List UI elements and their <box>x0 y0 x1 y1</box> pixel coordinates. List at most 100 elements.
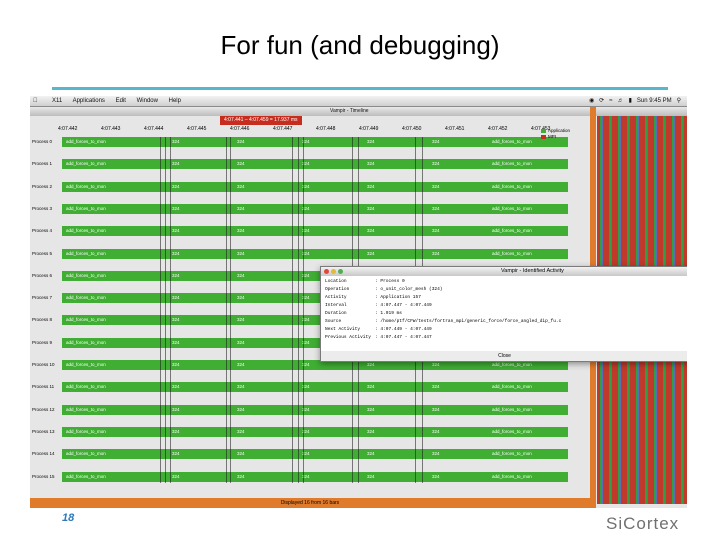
bar-label: add_forces_to_mon <box>66 473 106 479</box>
zoom-icon[interactable] <box>338 269 343 274</box>
bar-label: 324 <box>172 295 180 301</box>
menu-window[interactable]: Window <box>137 98 158 104</box>
detail-value: : /home/ptf/CFW/tests/fortran_mpi/generi… <box>375 319 562 324</box>
process-bar[interactable]: add_forces_to_mon324324324324324add_forc… <box>62 382 568 393</box>
bar-label: add_forces_to_mon <box>66 205 106 211</box>
process-label[interactable]: Process 3 <box>32 206 60 211</box>
dialog-title: Vampir - Identified Activity <box>501 268 564 274</box>
menubar-clock[interactable]: Sun 9:45 PM <box>637 96 672 106</box>
bar-label: add_forces_to_mon <box>66 272 106 278</box>
legend-label: Application <box>548 128 571 133</box>
minimize-icon[interactable] <box>331 269 336 274</box>
bar-label: 324 <box>237 362 245 367</box>
bar-label: add_forces_to_mon <box>66 451 106 457</box>
record-icon[interactable]: ◉ <box>589 96 594 106</box>
detail-row: Previous Activity: 4:07.447 - 4:07.447 <box>325 335 432 340</box>
process-label[interactable]: Process 14 <box>32 451 60 456</box>
bar-label: add_forces_to_mon <box>66 183 106 189</box>
bar-label: 324 <box>367 139 375 144</box>
bar-label: 324 <box>237 384 245 390</box>
bar-label: 324 <box>172 161 180 167</box>
detail-key: Activity <box>325 295 347 300</box>
tick-label: 4:07.442 <box>58 126 78 132</box>
bar-label: 324 <box>432 451 440 457</box>
tick-label: 4:07.449 <box>359 126 379 132</box>
process-label[interactable]: Process 12 <box>32 407 60 412</box>
process-bar[interactable]: add_forces_to_mon324324324324324add_forc… <box>62 226 568 237</box>
bar-label: 324 <box>172 183 180 189</box>
volume-icon[interactable]: ♬ <box>618 96 624 106</box>
process-label[interactable]: Process 0 <box>32 139 60 144</box>
process-bar[interactable]: add_forces_to_mon324324324324324add_forc… <box>62 159 568 170</box>
wifi-icon[interactable]: ≈ <box>609 96 612 106</box>
timeline-titlebar[interactable]: Vampir - Timeline <box>30 107 687 116</box>
bar-label: 324 <box>432 228 440 234</box>
detail-key: Interval <box>325 303 347 308</box>
process-label[interactable]: Process 2 <box>32 184 60 189</box>
bar-label: 324 <box>172 451 180 457</box>
process-bar[interactable]: add_forces_to_mon324324324324324add_forc… <box>62 426 568 437</box>
bar-label: 324 <box>367 161 375 167</box>
bar-label: add_forces_to_mon <box>66 250 106 256</box>
bar-label: add_forces_to_mon <box>492 183 532 189</box>
bar-label: 324 <box>237 317 245 323</box>
battery-icon[interactable]: ▮ <box>629 96 632 106</box>
detail-value: : 4:07.449 - 4:07.449 <box>375 327 432 332</box>
screenshot:  X11 Applications Edit Window Help ◉ ⟳ … <box>30 96 687 508</box>
process-bar[interactable]: add_forces_to_mon324324324324324add_forc… <box>62 404 568 415</box>
process-label[interactable]: Process 1 <box>32 161 60 166</box>
process-bar[interactable]: add_forces_to_mon324324324324324add_forc… <box>62 449 568 460</box>
apple-icon[interactable]:  <box>33 96 38 106</box>
bar-label: 324 <box>367 451 375 457</box>
bar-label: add_forces_to_mon <box>492 406 532 412</box>
message-line <box>160 137 161 483</box>
menu-applications[interactable]: Applications <box>73 98 105 104</box>
time-axis: 4:07.442 4:07.443 4:07.444 4:07.445 4:07.446… <box>58 125 568 135</box>
bar-label: add_forces_to_mon <box>492 473 532 479</box>
process-label[interactable]: Process 9 <box>32 340 60 345</box>
page-number: 18 <box>62 512 75 524</box>
bar-label: 324 <box>172 339 180 345</box>
process-label[interactable]: Process 13 <box>32 429 60 434</box>
process-label[interactable]: Process 5 <box>32 251 60 256</box>
bar-label: 324 <box>172 139 180 144</box>
menubar:  X11 Applications Edit Window Help ◉ ⟳ … <box>30 96 687 107</box>
legend-swatch <box>541 128 546 133</box>
dialog-titlebar[interactable]: Vampir - Identified Activity <box>321 267 687 276</box>
process-bar[interactable]: add_forces_to_mon324324324324324add_forc… <box>62 248 568 259</box>
close-button[interactable]: Close <box>321 351 687 361</box>
bar-label: add_forces_to_mon <box>492 384 532 390</box>
process-label[interactable]: Process 4 <box>32 228 60 233</box>
menu-help[interactable]: Help <box>169 98 181 104</box>
close-icon[interactable] <box>324 269 329 274</box>
legend: Application MPI <box>541 128 595 140</box>
process-label[interactable]: Process 6 <box>32 273 60 278</box>
process-label[interactable]: Process 7 <box>32 295 60 300</box>
legend-item: MPI <box>541 134 595 139</box>
message-line <box>165 137 166 483</box>
tick-label: 4:07.446 <box>230 126 250 132</box>
detail-key: Previous Activity <box>325 335 371 340</box>
tick-label: 4:07.445 <box>187 126 207 132</box>
process-bar[interactable]: add_forces_to_mon324324324324324add_forc… <box>62 471 568 482</box>
menu-edit[interactable]: Edit <box>116 98 126 104</box>
detail-row: Source: /home/ptf/CFW/tests/fortran_mpi/… <box>325 319 561 324</box>
bar-label: add_forces_to_mon <box>492 205 532 211</box>
menu-x11[interactable]: X11 <box>52 98 62 104</box>
spotlight-icon[interactable]: ⚲ <box>677 96 681 106</box>
process-bar[interactable]: add_forces_to_mon324324324324324add_forc… <box>62 203 568 214</box>
sync-icon[interactable]: ⟳ <box>599 96 604 106</box>
bar-label: 324 <box>172 228 180 234</box>
process-label[interactable]: Process 8 <box>32 317 60 322</box>
bar-label: 324 <box>367 205 375 211</box>
message-line <box>226 137 227 483</box>
process-bar[interactable]: add_forces_to_mon324324324324324add_forc… <box>62 137 568 147</box>
process-label[interactable]: Process 15 <box>32 474 60 479</box>
tick-label: 4:07.452 <box>488 126 508 132</box>
process-label[interactable]: Process 10 <box>32 362 60 367</box>
process-label[interactable]: Process 11 <box>32 384 60 389</box>
bar-label: add_forces_to_mon <box>492 228 532 234</box>
bar-label: 324 <box>367 228 375 234</box>
process-bar[interactable]: add_forces_to_mon324324324324324add_forc… <box>62 181 568 192</box>
detail-row: Next Activity: 4:07.449 - 4:07.449 <box>325 327 432 332</box>
